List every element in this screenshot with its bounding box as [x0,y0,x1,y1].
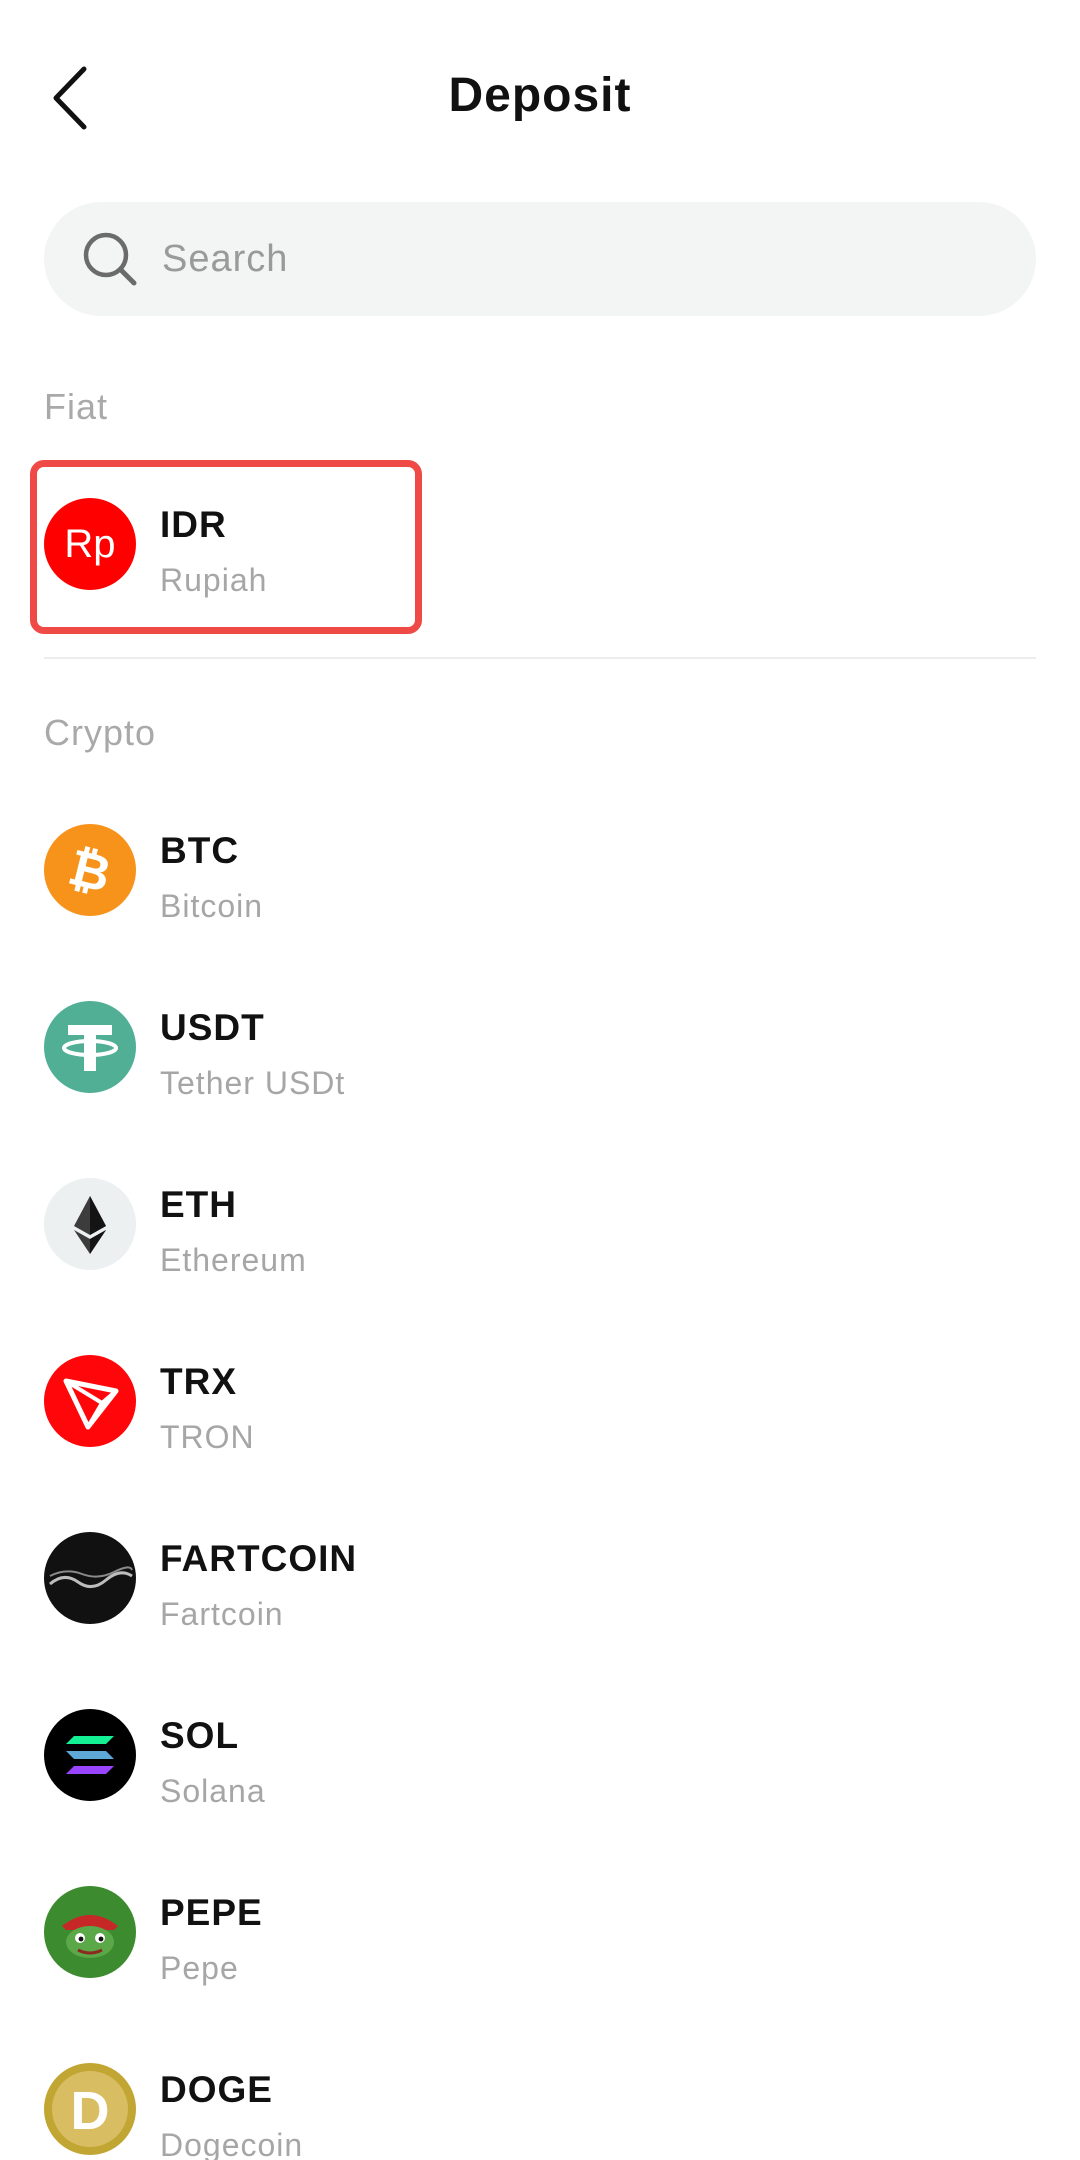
search-input[interactable] [162,237,982,281]
list-item-pepe[interactable]: PEPE Pepe [44,1868,1036,1998]
list-item-doge[interactable]: D DOGE Dogecoin [44,2045,1036,2160]
header: Deposit [0,0,1080,200]
coin-name: Rupiah [160,562,268,598]
list-item-trx[interactable]: TRX TRON [44,1337,1036,1467]
list-item-btc[interactable]: ₿ BTC Bitcoin [44,806,1036,936]
coin-name: Bitcoin [160,888,264,924]
page-title: Deposit [448,69,632,122]
tron-icon [44,1355,136,1447]
search-bar[interactable] [44,202,1036,316]
svg-text:₿: ₿ [63,839,116,903]
coin-symbol: FARTCOIN [160,1538,358,1579]
coin-name: Pepe [160,1950,239,1986]
deposit-screen: Deposit Fiat Rp IDR Rupiah Crypto ₿ BTC … [0,0,1080,2160]
coin-symbol: IDR [160,504,227,545]
coin-name: Tether USDt [160,1065,346,1101]
list-item-sol[interactable]: SOL Solana [44,1691,1036,1821]
coin-symbol: DOGE [160,2069,273,2110]
bitcoin-icon: ₿ [44,824,136,916]
section-title-crypto: Crypto [44,712,157,753]
coin-symbol: USDT [160,1007,265,1048]
tether-icon [44,1001,136,1093]
coin-name: Fartcoin [160,1596,284,1632]
rupiah-icon: Rp [44,498,136,590]
svg-text:D: D [71,2081,110,2141]
solana-icon [44,1709,136,1801]
list-item-idr[interactable]: Rp IDR Rupiah [44,480,1036,610]
list-item-eth[interactable]: ETH Ethereum [44,1160,1036,1290]
coin-symbol: SOL [160,1715,240,1756]
coin-symbol: ETH [160,1184,237,1225]
dogecoin-icon: D [44,2063,136,2155]
ethereum-icon [44,1178,136,1270]
list-item-usdt[interactable]: USDT Tether USDt [44,983,1036,1113]
coin-symbol: PEPE [160,1892,263,1933]
section-title-fiat: Fiat [44,386,109,427]
coin-name: Dogecoin [160,2127,304,2160]
divider [44,657,1036,659]
search-icon [83,232,137,286]
pepe-icon [44,1886,136,1978]
coin-symbol: TRX [160,1361,237,1402]
fartcoin-icon [44,1532,136,1624]
list-item-fartcoin[interactable]: FARTCOIN Fartcoin [44,1514,1036,1644]
coin-name: Ethereum [160,1242,307,1278]
coin-symbol: BTC [160,830,240,871]
coin-name: Solana [160,1773,266,1809]
coin-name: TRON [160,1419,255,1455]
svg-text:Rp: Rp [64,522,115,566]
